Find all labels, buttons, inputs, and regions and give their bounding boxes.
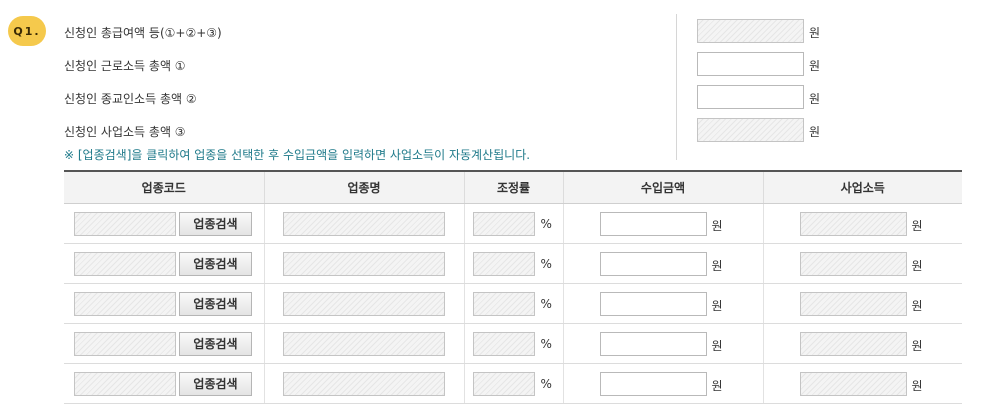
industry-name-field: [282, 251, 445, 276]
business-income-table: 업종코드 업종명 조정률 수입금액 사업소득 업종검색% 원 원 업종검색% 원 원 업종검…: [64, 170, 962, 404]
adjust-rate-cell: %: [463, 243, 563, 284]
industry-search-button[interactable]: 업종검색: [179, 291, 252, 316]
business-income-cell: 원: [762, 283, 962, 324]
industry-name-cell: [263, 363, 464, 404]
adjust-rate-field: [472, 331, 535, 356]
table-row: 업종검색% 원 원: [64, 323, 962, 364]
table-row: 업종검색% 원 원: [64, 283, 962, 324]
business-income-cell: 원: [762, 243, 962, 284]
section-divider: [676, 14, 677, 160]
business-income-field: [799, 331, 907, 356]
industry-code-cell: 업종검색: [64, 243, 264, 284]
industry-code-field: [74, 371, 176, 396]
revenue-unit: 원: [711, 378, 723, 393]
rate-unit: %: [540, 216, 552, 231]
business-income-unit: 원: [911, 338, 923, 353]
business-income-cell: 원: [762, 323, 962, 364]
industry-name-cell: [263, 283, 464, 324]
table-header-row: 업종코드 업종명 조정률 수입금액 사업소득: [64, 170, 962, 204]
header-business-income: 사업소득: [762, 170, 962, 204]
rate-unit: %: [540, 256, 552, 271]
table-row: 업종검색% 원 원: [64, 363, 962, 404]
total-pay-field: [697, 19, 804, 43]
industry-code-field: [74, 291, 176, 316]
religious-income-field[interactable]: [697, 85, 804, 109]
adjust-rate-cell: %: [463, 323, 563, 364]
revenue-field[interactable]: [599, 331, 707, 356]
industry-search-button[interactable]: 업종검색: [179, 251, 252, 276]
earned-income-field[interactable]: [697, 52, 804, 76]
business-income-cell: 원: [762, 203, 962, 244]
revenue-field[interactable]: [599, 211, 707, 236]
industry-name-field: [282, 371, 445, 396]
revenue-unit: 원: [711, 338, 723, 353]
business-income-total-field: [697, 118, 804, 142]
industry-name-field: [282, 291, 445, 316]
business-income-total-unit: 원: [809, 125, 821, 139]
adjust-rate-field: [472, 371, 535, 396]
rate-unit: %: [540, 336, 552, 351]
industry-name-field: [282, 331, 445, 356]
industry-code-field: [74, 251, 176, 276]
business-income-unit: 원: [911, 298, 923, 313]
total-pay-unit: 원: [809, 26, 821, 40]
question-badge: Q1.: [8, 16, 46, 46]
industry-code-cell: 업종검색: [64, 283, 264, 324]
industry-code-cell: 업종검색: [64, 323, 264, 364]
religious-income-unit: 원: [809, 92, 821, 106]
industry-search-button[interactable]: 업종검색: [179, 331, 252, 356]
industry-search-button[interactable]: 업종검색: [179, 371, 252, 396]
adjust-rate-field: [472, 211, 535, 236]
total-pay-label: 신청인 총급여액 등(①+②+③): [64, 26, 222, 40]
revenue-field[interactable]: [599, 251, 707, 276]
revenue-unit: 원: [711, 298, 723, 313]
industry-name-cell: [263, 203, 464, 244]
earned-income-label: 신청인 근로소득 총액 ①: [64, 59, 186, 73]
business-income-unit: 원: [911, 258, 923, 273]
business-income-field: [799, 371, 907, 396]
business-income-unit: 원: [911, 218, 923, 233]
adjust-rate-cell: %: [463, 283, 563, 324]
revenue-field[interactable]: [599, 291, 707, 316]
business-income-field: [799, 211, 907, 236]
industry-code-cell: 업종검색: [64, 203, 264, 244]
industry-search-button[interactable]: 업종검색: [179, 211, 252, 236]
table-row: 업종검색% 원 원: [64, 243, 962, 284]
header-industry-name: 업종명: [263, 170, 464, 204]
adjust-rate-field: [472, 251, 535, 276]
industry-code-field: [74, 331, 176, 356]
revenue-cell: 원: [562, 323, 763, 364]
industry-code-field: [74, 211, 176, 236]
revenue-cell: 원: [562, 203, 763, 244]
table-row: 업종검색% 원 원: [64, 203, 962, 244]
header-adjust-rate: 조정률: [463, 170, 563, 204]
business-income-field: [799, 251, 907, 276]
revenue-cell: 원: [562, 243, 763, 284]
business-income-unit: 원: [911, 378, 923, 393]
adjust-rate-cell: %: [463, 203, 563, 244]
header-industry-code: 업종코드: [64, 170, 264, 204]
business-income-label: 신청인 사업소득 총액 ③: [64, 125, 186, 139]
revenue-unit: 원: [711, 258, 723, 273]
revenue-cell: 원: [562, 363, 763, 404]
industry-code-cell: 업종검색: [64, 363, 264, 404]
rate-unit: %: [540, 296, 552, 311]
revenue-cell: 원: [562, 283, 763, 324]
industry-name-cell: [263, 243, 464, 284]
religious-income-label: 신청인 종교인소득 총액 ②: [64, 92, 197, 106]
adjust-rate-field: [472, 291, 535, 316]
earned-income-unit: 원: [809, 59, 821, 73]
industry-name-field: [282, 211, 445, 236]
rate-unit: %: [540, 376, 552, 391]
revenue-unit: 원: [711, 218, 723, 233]
business-income-cell: 원: [762, 363, 962, 404]
business-income-field: [799, 291, 907, 316]
adjust-rate-cell: %: [463, 363, 563, 404]
industry-name-cell: [263, 323, 464, 364]
instruction-note: ※ [업종검색]을 클릭하여 업종을 선택한 후 수입금액을 입력하면 사업소득…: [64, 148, 531, 162]
revenue-field[interactable]: [599, 371, 707, 396]
header-revenue: 수입금액: [562, 170, 763, 204]
